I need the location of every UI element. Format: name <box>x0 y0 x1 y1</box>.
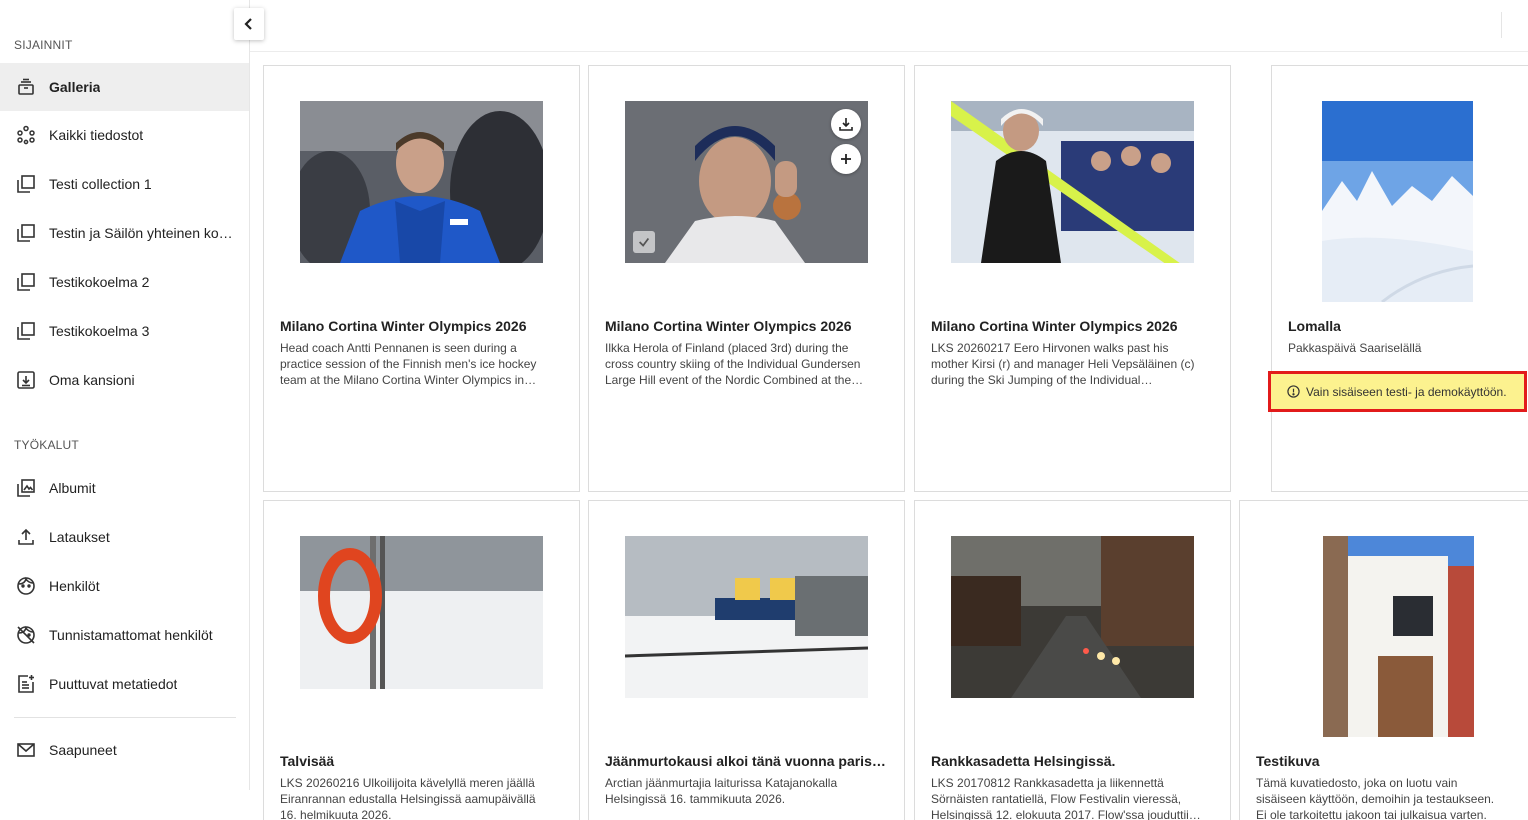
card-thumbnail <box>625 101 868 263</box>
info-icon <box>1287 385 1300 398</box>
face-icon <box>16 576 36 596</box>
gallery-card[interactable]: Rankkasadetta Helsingissä. LKS 20170812 … <box>914 500 1231 820</box>
plus-icon <box>841 154 851 164</box>
sidebar-item-collection-3[interactable]: Testikokoelma 3 <box>0 307 249 355</box>
card-description: Pakkaspäivä Saariselällä <box>1288 341 1422 355</box>
sidebar: SIJAINNIT Galleria Kaikki tiedostot Test… <box>0 0 250 790</box>
card-thumbnail <box>951 101 1194 263</box>
card-title: Milano Cortina Winter Olympics 2026 <box>931 318 1178 334</box>
sidebar-item-albums[interactable]: Albumit <box>0 464 249 512</box>
sidebar-item-missing-metadata[interactable]: Puuttuvat metatiedot <box>0 660 249 708</box>
sidebar-item-label: Kaikki tiedostot <box>49 127 144 143</box>
sidebar-item-collection-2[interactable]: Testikokoelma 2 <box>0 258 249 306</box>
card-description: LKS 20260217 Eero Hirvonen walks past hi… <box>931 341 1195 387</box>
upload-icon <box>16 527 36 547</box>
add-button[interactable] <box>831 144 861 174</box>
card-description: Arctian jäänmurtajia laiturissa Katajano… <box>605 776 838 806</box>
sidebar-item-label: Tunnistamattomat henkilöt <box>49 627 213 643</box>
gallery-icon <box>16 77 36 97</box>
toolbar-divider <box>1501 12 1502 38</box>
warning-banner: Vain sisäiseen testi- ja demokäyttöön. <box>1268 371 1527 412</box>
card-description: Head coach Antti Pennanen is seen during… <box>280 341 537 387</box>
collection-icon <box>16 321 36 341</box>
sidebar-item-shared-collection[interactable]: Testin ja Säilön yhteinen kokoelma <box>0 209 249 257</box>
card-thumbnail <box>625 536 868 698</box>
section-title-tools: TYÖKALUT <box>14 438 79 452</box>
sidebar-item-label: Lataukset <box>49 529 110 545</box>
gallery-card[interactable]: Jäänmurtokausi alkoi tänä vuonna parisen… <box>588 500 905 820</box>
sidebar-item-label: Albumit <box>49 480 96 496</box>
collection-icon <box>16 272 36 292</box>
sidebar-item-label: Henkilöt <box>49 578 100 594</box>
sidebar-item-label: Puuttuvat metatiedot <box>49 676 178 692</box>
card-title: Milano Cortina Winter Olympics 2026 <box>280 318 527 334</box>
gallery-card[interactable]: Testikuva Tämä kuvatiedosto, joka on luo… <box>1239 500 1528 820</box>
sidebar-divider <box>14 717 236 718</box>
card-description: Ilkka Herola of Finland (placed 3rd) dur… <box>605 341 861 387</box>
gallery-card[interactable]: Lomalla Pakkaspäivä Saariselällä <box>1271 65 1528 492</box>
card-description: LKS 20260216 Ulkoilijoita kävelyllä mere… <box>280 776 536 820</box>
gallery-card[interactable]: Milano Cortina Winter Olympics 2026 LKS … <box>914 65 1231 492</box>
card-thumbnail <box>951 536 1194 698</box>
all-files-icon <box>16 125 36 145</box>
sidebar-item-persons[interactable]: Henkilöt <box>0 562 249 610</box>
sidebar-item-label: Oma kansioni <box>49 372 135 388</box>
card-title: Talvisää <box>280 753 335 769</box>
folder-download-icon <box>16 370 36 390</box>
collection-icon <box>16 174 36 194</box>
select-checkbox[interactable] <box>633 231 655 253</box>
download-icon <box>839 118 853 131</box>
warning-text: Vain sisäiseen testi- ja demokäyttöön. <box>1306 384 1507 399</box>
album-icon <box>16 478 36 498</box>
top-bar <box>250 0 1528 52</box>
sidebar-item-label: Galleria <box>49 79 101 95</box>
section-title-locations: SIJAINNIT <box>14 38 73 52</box>
sidebar-item-inbox[interactable]: Saapuneet <box>0 726 249 774</box>
gallery-card[interactable]: Talvisää LKS 20260216 Ulkoilijoita kävel… <box>263 500 580 820</box>
sidebar-item-my-folder[interactable]: Oma kansioni <box>0 356 249 404</box>
mail-icon <box>16 740 36 760</box>
sidebar-item-uploads[interactable]: Lataukset <box>0 513 249 561</box>
card-thumbnail <box>300 101 543 263</box>
card-thumbnail <box>300 536 543 689</box>
card-thumbnail <box>1323 536 1474 737</box>
collection-icon <box>16 223 36 243</box>
card-title: Jäänmurtokausi alkoi tänä vuonna parisen… <box>605 753 892 769</box>
sidebar-item-unidentified-persons[interactable]: Tunnistamattomat henkilöt <box>0 611 249 659</box>
sidebar-item-label: Testikokoelma 2 <box>49 274 150 290</box>
sidebar-item-label: Saapuneet <box>49 742 117 758</box>
card-thumbnail <box>1322 101 1473 302</box>
card-title: Testikuva <box>1256 753 1320 769</box>
sidebar-item-all-files[interactable]: Kaikki tiedostot <box>0 111 249 159</box>
download-button[interactable] <box>831 109 861 139</box>
check-icon <box>639 237 650 247</box>
sidebar-item-label: Testikokoelma 3 <box>49 323 150 339</box>
face-off-icon <box>16 625 36 645</box>
sidebar-item-galleria[interactable]: Galleria <box>0 63 249 111</box>
gallery-card[interactable]: Milano Cortina Winter Olympics 2026 Head… <box>263 65 580 492</box>
card-description: LKS 20170812 Rankkasadetta ja liikennett… <box>931 776 1196 820</box>
sidebar-item-label: Testin ja Säilön yhteinen kokoelma <box>49 225 237 241</box>
gallery-card[interactable]: Milano Cortina Winter Olympics 2026 Ilkk… <box>588 65 905 492</box>
card-title: Milano Cortina Winter Olympics 2026 <box>605 318 852 334</box>
card-title: Lomalla <box>1288 318 1341 334</box>
missing-metadata-icon <box>16 674 36 694</box>
sidebar-item-label: Testi collection 1 <box>49 176 152 192</box>
card-description: Tämä kuvatiedosto, joka on luotu vain si… <box>1256 776 1495 820</box>
card-title: Rankkasadetta Helsingissä. <box>931 753 1116 769</box>
chevron-left-icon <box>244 18 252 30</box>
collapse-sidebar-button[interactable] <box>234 8 264 40</box>
sidebar-item-collection-1[interactable]: Testi collection 1 <box>0 160 249 208</box>
